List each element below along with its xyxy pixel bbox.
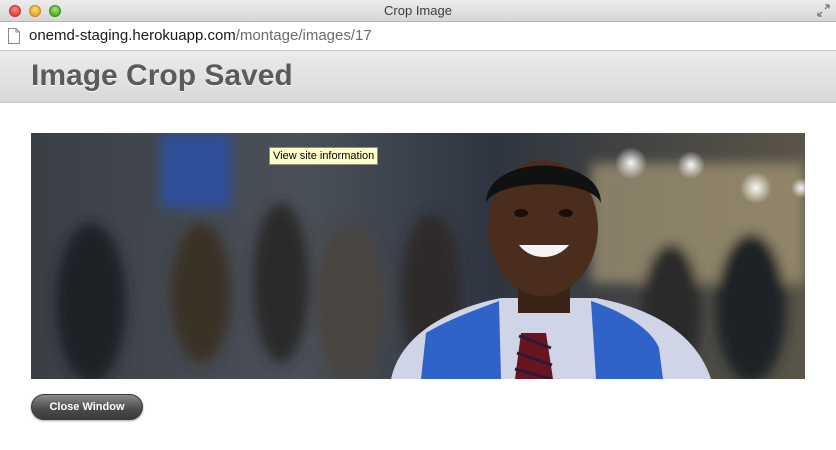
window-title: Crop Image: [384, 3, 452, 18]
fullscreen-icon[interactable]: [817, 4, 830, 17]
address-bar[interactable]: onemd-staging.herokuapp.com/montage/imag…: [0, 22, 836, 51]
url-host: onemd-staging.herokuapp.com: [29, 27, 236, 44]
site-information-tooltip: View site information: [269, 147, 379, 165]
page-header: Image Crop Saved: [0, 51, 836, 103]
close-window-button[interactable]: Close Window: [31, 394, 143, 420]
window-titlebar: Crop Image: [0, 0, 836, 22]
cropped-photo-illustration: [31, 133, 805, 379]
page-icon[interactable]: [8, 28, 20, 44]
url-path: /montage/images/17: [235, 27, 372, 44]
cropped-photo: [31, 133, 805, 379]
url-text[interactable]: onemd-staging.herokuapp.com/montage/imag…: [29, 27, 372, 44]
page-title: Image Crop Saved: [31, 59, 293, 92]
